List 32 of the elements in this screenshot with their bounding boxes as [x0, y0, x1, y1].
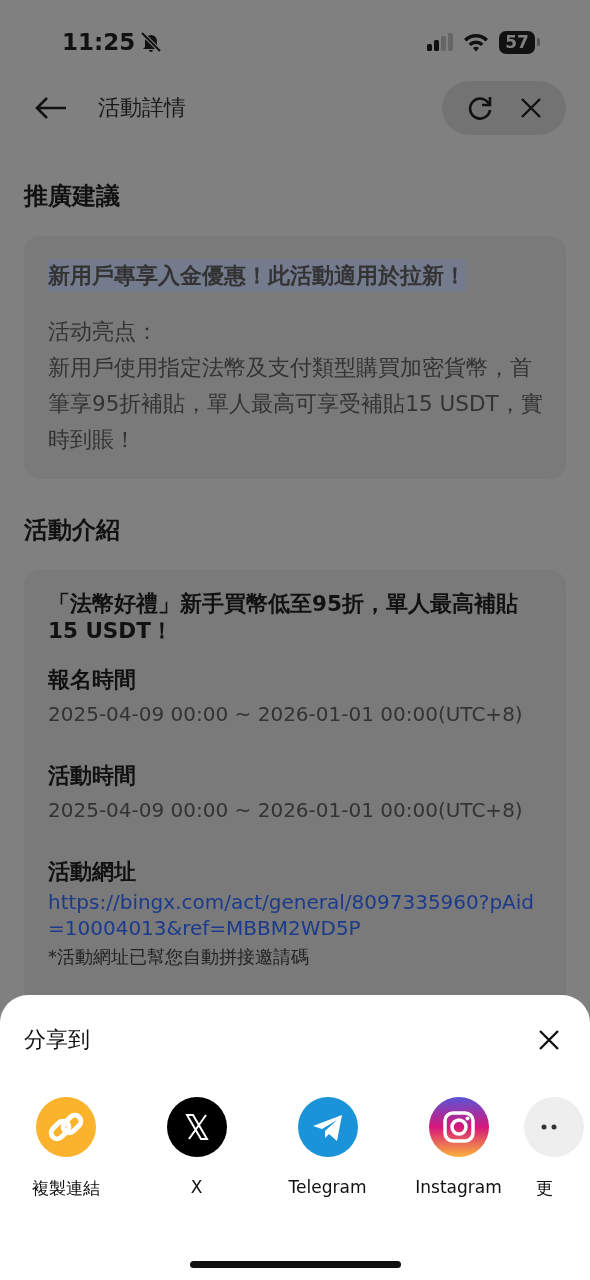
clock-time: 11:25: [62, 29, 136, 55]
back-arrow-icon: [34, 96, 68, 120]
share-option[interactable]: Instagram: [393, 1097, 524, 1200]
section-heading: 推廣建議: [24, 181, 121, 212]
refresh-button[interactable]: [466, 94, 494, 122]
link-icon: [35, 1097, 96, 1157]
share-option[interactable]: Telegram: [262, 1097, 393, 1200]
signal-icon: [427, 33, 455, 51]
intro-title: 「法幣好禮」新手買幣低至95折，單人最高補貼15 USDT！: [48, 590, 519, 644]
close-button[interactable]: [538, 1029, 560, 1051]
sheet-title: 分享到: [24, 1026, 91, 1054]
field-label: 活動網址: [48, 858, 137, 886]
promo-description: 新用戶使用指定法幣及支付類型購買加密貨幣，首筆享95折補貼，單人最高可享受補貼15 USDT，實時到賬！: [48, 354, 544, 454]
share-option[interactable]: 更: [524, 1097, 584, 1200]
field-label: 報名時間: [48, 666, 137, 694]
camera-icon: [428, 1097, 489, 1157]
highlight-label: 活动亮点：: [48, 318, 159, 346]
battery-level: 57: [499, 30, 535, 54]
link-note: *活動網址已幫您自動拼接邀請碼: [48, 946, 310, 969]
field-label: 活動時間: [48, 762, 137, 790]
more-icon: [524, 1097, 584, 1157]
share-option[interactable]: X: [131, 1097, 262, 1200]
page-title: 活動詳情: [98, 94, 187, 122]
field-value: 2025-04-09 00:00 ~ 2026-01-01 00:00(UTC+8): [48, 797, 524, 824]
x-logo-icon: [166, 1097, 227, 1157]
share-option[interactable]: 複製連結: [0, 1097, 131, 1200]
promo-headline: 新用戶專享入金優惠！此活動適用於拉新！: [48, 259, 466, 292]
section-heading: 活動介紹: [24, 515, 121, 546]
paper-plane-icon: [297, 1097, 358, 1157]
back-button[interactable]: [34, 96, 68, 120]
wifi-icon: [463, 32, 489, 52]
field-value: 2025-04-09 00:00 ~ 2026-01-01 00:00(UTC+8): [48, 701, 524, 728]
